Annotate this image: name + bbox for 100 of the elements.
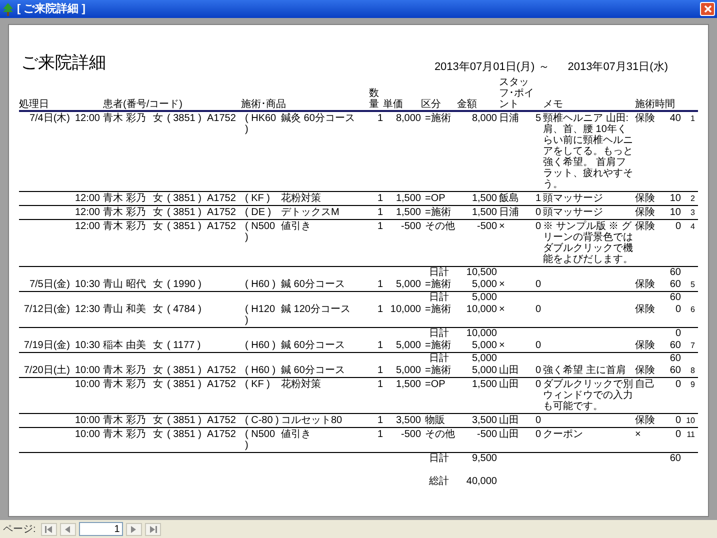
page-number-field[interactable]: 1 [78, 522, 123, 536]
table-cell: =施術 [425, 304, 451, 315]
table-cell: 5 [690, 280, 695, 289]
table-cell: 10:00 [74, 379, 100, 390]
table-cell: 1 [377, 304, 383, 315]
table-cell: A1752 [207, 379, 236, 390]
table-cell: 10:30 [74, 279, 100, 290]
table-cell: ( DE ) [245, 207, 272, 218]
table-cell: 青木 彩乃 [103, 415, 146, 426]
table-cell: A1752 [207, 193, 236, 204]
table-cell: 日浦 [499, 207, 519, 218]
table-cell: 5,000 [396, 279, 421, 290]
table-cell: 強く希望 主に首肩 [543, 365, 626, 376]
table-cell: 0 [535, 365, 541, 376]
table-cell: 10:00 [74, 415, 100, 426]
table-cell: 10:00 [74, 429, 100, 440]
table-cell: 0 [535, 304, 541, 315]
table-cell: 5,000 [472, 340, 497, 351]
table-cell: 自己 [635, 379, 655, 390]
table-cell: 5,000 [472, 365, 497, 376]
table-cell: 1 [377, 113, 383, 124]
table-cell: コルセット80 [281, 415, 342, 426]
table-cell: 女 [153, 415, 163, 426]
table-cell: 1 [690, 114, 695, 123]
page-label: ページ: [3, 522, 36, 536]
table-cell: ( N500 ) [245, 429, 276, 451]
table-cell: 5,000 [472, 279, 497, 290]
table-cell: 7/4日(木) [29, 113, 70, 124]
table-cell: 日浦 [499, 113, 519, 124]
table-cell: ( 4784 ) [167, 304, 202, 315]
table-cell: 鍼 60分コース [281, 365, 345, 376]
table-cell: 5 [535, 113, 541, 124]
table-cell: 9 [690, 380, 695, 389]
next-page-button[interactable] [126, 522, 142, 536]
table-cell: 青山 昭代 [103, 279, 146, 290]
table-cell: 青木 彩乃 [103, 379, 146, 390]
table-cell: 女 [153, 429, 163, 440]
first-page-button[interactable] [40, 522, 57, 536]
close-icon [704, 5, 712, 13]
table-cell: 10 [686, 416, 695, 425]
table-cell: ( KF ) [245, 193, 270, 204]
table-cell: 女 [153, 304, 163, 315]
table-cell: 5,000 [472, 292, 497, 303]
table-cell: A1752 [207, 415, 236, 426]
table-cell: 7 [690, 341, 695, 350]
table-cell: 値引き [281, 429, 311, 440]
table-cell: =OP [425, 193, 446, 204]
table-cell: 3,500 [396, 415, 421, 426]
table-cell: 山田 [499, 415, 519, 426]
table-cell: =施術 [425, 207, 451, 218]
table-cell: 3,500 [472, 415, 497, 426]
table-cell: ( 3851 ) [167, 193, 202, 204]
last-page-button[interactable] [144, 522, 161, 536]
previous-page-button[interactable] [60, 522, 76, 536]
table-cell: 山田 [499, 379, 519, 390]
table-cell: 1 [377, 429, 383, 440]
table-cell: 12:00 [74, 113, 100, 124]
table-cell: 鍼 60分コース [281, 279, 345, 290]
table-cell: 12:30 [74, 304, 100, 315]
close-button[interactable] [700, 2, 715, 16]
table-cell: 総計 [429, 476, 449, 487]
table-cell: ダブルクリックで別ウィンドウでの入力も可能です。 [543, 379, 633, 412]
table-cell: 60 [670, 267, 681, 278]
table-cell: 0 [675, 415, 681, 426]
table-cell: 保険 [635, 221, 655, 232]
table-cell: 稲本 由美 [103, 340, 146, 351]
table-cell: 花粉対策 [281, 193, 321, 204]
table-cell: 保険 [635, 279, 655, 290]
table-cell: 1 [377, 379, 383, 390]
table-cell: ( 3851 ) [167, 207, 202, 218]
table-cell: 0 [535, 379, 541, 390]
column-header: 処理日 [19, 99, 49, 110]
previous-icon [65, 526, 70, 532]
table-cell: 5,000 [396, 340, 421, 351]
table-cell: 鍼 60分コース [281, 340, 345, 351]
table-cell: A1752 [207, 429, 236, 440]
table-cell: =施術 [425, 279, 451, 290]
column-header: 区分 [421, 99, 441, 110]
table-cell: -500 [476, 429, 497, 440]
table-cell: デトックスM [281, 207, 340, 218]
table-cell: ( C-80 ) [245, 415, 279, 426]
table-cell: ( 3851 ) [167, 365, 202, 376]
table-cell: -500 [400, 221, 421, 232]
tree-icon [2, 2, 14, 16]
table-cell: 10 [670, 207, 681, 218]
table-cell: =OP [425, 379, 446, 390]
column-header: メモ [543, 99, 563, 110]
table-cell: 1,500 [472, 207, 497, 218]
table-cell: 飯島 [499, 193, 519, 204]
table-cell: 山田 [499, 429, 519, 440]
table-cell: 1 [377, 340, 383, 351]
table-cell: 女 [153, 365, 163, 376]
table-cell: ( HK60 ) [245, 113, 276, 135]
table-cell: 60 [670, 292, 681, 303]
table-cell: 60 [670, 453, 681, 464]
table-cell: 12:00 [74, 207, 100, 218]
table-cell: 物販 [425, 415, 445, 426]
table-cell: 青木 彩乃 [103, 193, 146, 204]
table-cell: 0 [675, 429, 681, 440]
table-cell: 1,500 [472, 379, 497, 390]
